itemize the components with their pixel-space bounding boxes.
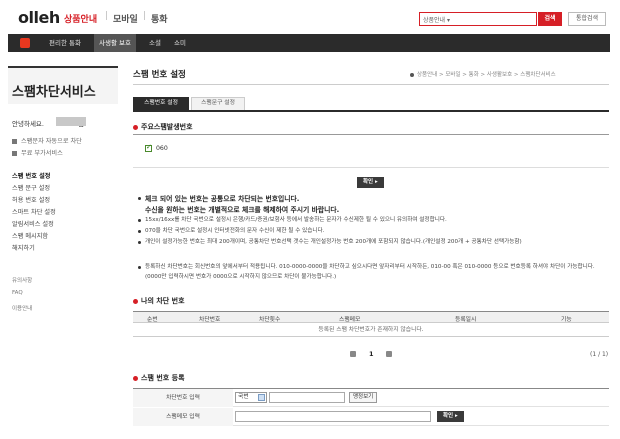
sidebar-link-guide[interactable]: 이용안내 [12,304,32,312]
bullet-icon [138,241,141,244]
prev-page-icon[interactable] [350,351,356,357]
sidebar-item-smart-block[interactable]: 스마트 차단 설정 [12,207,56,216]
column-header: 차단번호 [199,317,221,323]
breadcrumb: 상품안내 > 모바일 > 통화 > 사생활보호 > 스팸차단서비스 [410,70,556,78]
next-page-icon[interactable] [386,351,392,357]
register-form: 차단번호 입력 국번 맹정보기 스팸메모 입력 확인 ▸ [133,388,609,426]
sidebar-link-auto-block[interactable]: 스팸문자 자동으로 차단 [12,136,82,145]
sidebar-item-spam-number[interactable]: 스팸 번호 설정 [12,171,50,180]
sidebar-title: 스팸차단서비스 [12,85,96,100]
register-confirm-button[interactable]: 확인 ▸ [437,411,464,422]
label-number-input: 차단번호 입력 [133,389,233,407]
subnav-item-privacy[interactable]: 사생활 보호 [94,34,136,52]
bullet-icon [138,266,141,269]
register-row-memo: 스팸메모 입력 확인 ▸ [133,408,609,426]
confirm-button[interactable]: 확인 ▸ [357,177,384,188]
right-edge-strip [612,0,620,439]
block-number-input[interactable] [269,392,345,403]
sidebar-link-faq[interactable]: FAQ [12,290,23,296]
square-icon [12,138,17,144]
gnb-divider: | [105,11,109,21]
subnav-item-show[interactable]: 쇼미 [169,34,191,52]
bullet-icon [133,124,138,130]
checkbox-060[interactable] [145,143,152,152]
country-code-select[interactable]: 국번 [235,392,267,403]
section-register: 스팸 번호 등록 [133,373,185,383]
notice-item: 15xx/16xx를 차단 국번으로 설정시 은행/카드/증권/보험사 등에서 … [145,217,447,223]
sidebar-item-allowed-number[interactable]: 허용 번호 설정 [12,195,50,204]
olleh-mark-icon [20,38,30,48]
column-header: 차단횟수 [259,317,281,323]
label-memo-input: 스팸메모 입력 [133,408,233,426]
chevron-down-icon [258,394,265,401]
sidebar-link-free-service[interactable]: 무료 부가서비스 [12,148,63,157]
search-button[interactable]: 검색 [538,12,562,26]
sidebar-title-box: 스팸차단서비스 [8,66,118,104]
tab-spam-phrase[interactable]: 스팸문구 설정 [191,97,245,110]
notice-item: 070을 차단 국번으로 설정시 인터넷전화의 문자 수신이 제한 될 수 있습… [145,228,325,234]
sidebar-item-alert-service[interactable]: 알림서비스 설정 [12,219,54,228]
search-input[interactable]: 상품안내 ▾ [419,12,537,26]
square-icon [12,150,17,156]
bullet-icon [138,230,141,233]
column-header: 등록일시 [455,317,477,323]
table-empty-message: 등록된 스팸 차단번호가 존재하지 않습니다. [133,323,609,337]
top-header: olleh 상품안내 | 모바일 | 통화 상품안내 ▾ 검색 통합검색 [0,0,620,34]
register-row-number: 차단번호 입력 국번 맹정보기 [133,389,609,407]
sidebar-item-cancel[interactable]: 해지하기 [12,243,35,252]
sidebar-user-box: 안녕하세요.님 스팸문자 자동으로 차단 무료 부가서비스 [8,108,118,164]
lookup-button[interactable]: 맹정보기 [349,392,378,403]
tab-spam-number[interactable]: 스팸번호 설정 [133,97,189,110]
table-header: 순번 차단번호 차단횟수 스팸메모 등록일시 기능 [133,311,609,323]
bullet-icon [138,219,141,222]
gnb-item-products[interactable]: 상품안내 [64,12,97,25]
bullet-icon [133,375,138,381]
gnb-item-call[interactable]: 통화 [151,12,168,25]
sidebar-link-notes[interactable]: 유의사항 [12,276,32,284]
checkbox-label: 060 [156,145,168,152]
sidebar-item-spam-phrase[interactable]: 스팸 문구 설정 [12,183,50,192]
sub-navigation: 편리한 통화 사생활 보호 소셜 쇼미 [8,34,610,52]
section-major-numbers: 주요스팸발생번호 [133,122,193,132]
gnb-item-mobile[interactable]: 모바일 [113,12,138,25]
spam-memo-input[interactable] [235,411,431,422]
olleh-logo[interactable]: olleh [18,8,60,27]
search-category-select[interactable]: 상품안내 ▾ [423,15,450,24]
bullet-icon [138,197,141,200]
gnb-divider: | [143,11,147,21]
page-number[interactable]: 1 [369,350,374,358]
major-number-box: 060 [133,134,609,168]
column-header: 스팸메모 [339,317,361,323]
divider [133,84,609,85]
page-count: (1 / 1) [590,351,609,358]
home-icon [410,72,414,77]
subnav-item-convenient-call[interactable]: 편리한 통화 [44,34,86,52]
sidebar-item-spam-inbox[interactable]: 스팸 메시지함 [12,231,48,240]
page-title: 스팸 번호 설정 [133,70,186,80]
column-header: 기능 [561,317,572,323]
notice-uncheck: 수신을 원하는 번호는 개별적으로 체크를 해제하여 주시기 바랍니다. [145,206,340,214]
notice-item: 개인이 설정가능한 번호는 최대 200개이며, 공통차단 번호선택 갯수는 개… [145,239,522,245]
notice-item: 등록하신 차단번호는 회신번호의 앞에서부터 적용됩니다. 010-0000-0… [145,264,595,280]
total-search-button[interactable]: 통합검색 [568,12,606,26]
tab-underline [133,110,609,112]
notice-common-block: 체크 되어 있는 번호는 공통으로 차단되는 번호입니다. [145,195,300,203]
bullet-icon [133,298,138,304]
subnav-item-social[interactable]: 소셜 [144,34,166,52]
column-header: 순번 [147,317,158,323]
section-my-numbers: 나의 차단 번호 [133,296,185,306]
masked-username [56,117,86,126]
